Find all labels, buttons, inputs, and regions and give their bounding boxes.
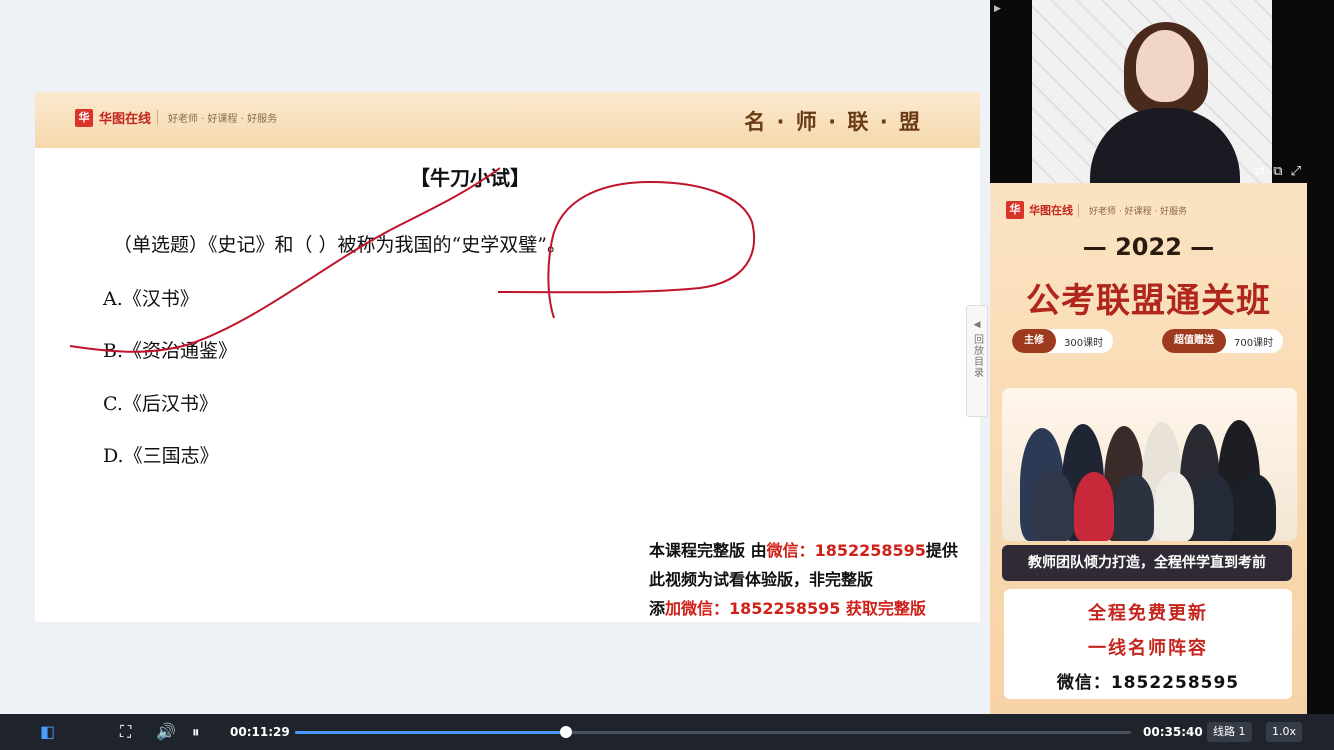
ad-logo-slogan: 好老师 · 好课程 · 好服务 <box>1078 203 1187 217</box>
expand-arrow-icon[interactable]: ▶ <box>994 4 1001 14</box>
ad-line-teachers: 一线名师阵容 <box>1088 638 1208 659</box>
slide-header: 华 华图在线 好老师 · 好课程 · 好服务 名 · 师 · 联 · 盟 <box>35 92 980 148</box>
progress-knob[interactable] <box>559 726 572 738</box>
ad-brand-logo-icon: 华 <box>1006 201 1024 219</box>
line-select-button[interactable]: 线路 1 <box>1207 722 1252 742</box>
ad-pill-bonus-value: 700课时 <box>1234 337 1274 349</box>
slide-logo: 华 华图在线 好老师 · 好课程 · 好服务 <box>75 108 277 127</box>
ad-pill-main: 主修 300课时 <box>1012 329 1114 353</box>
progress-bar[interactable] <box>295 726 1131 738</box>
screenshot-icon[interactable]: ⛶ <box>120 714 131 750</box>
collapse-arrow-icon: ◀ <box>973 320 981 330</box>
watermark-line3-a: 添 <box>649 599 666 618</box>
watermark-line3-red: 加微信：1852258595 获取完整版 <box>665 599 926 618</box>
swap-icon[interactable]: ⇄ <box>1254 164 1265 179</box>
option-a: A.《汉书》 <box>103 288 199 310</box>
ad-pill-main-tag: 主修 <box>1012 329 1056 353</box>
slide-title: 【牛刀小试】 <box>410 166 530 190</box>
ad-logo: 华 华图在线 好老师 · 好课程 · 好服务 <box>1006 201 1187 219</box>
teacher-face <box>1136 30 1194 102</box>
ad-team-slogan: 教师团队倾力打造，全程伴学直到考前 <box>1002 545 1292 581</box>
ad-logo-text: 华图在线 <box>1029 204 1073 217</box>
ad-pill-bonus-tag: 超值赠送 <box>1162 329 1226 353</box>
lecture-stage: 华 华图在线 好老师 · 好课程 · 好服务 名 · 师 · 联 · 盟 【牛刀… <box>0 0 990 714</box>
option-b: B.《资治通鉴》 <box>103 340 238 362</box>
teacher-camera: ▶ ⇄ ⧉ ⤢ <box>990 0 1307 183</box>
pause-icon[interactable]: ⏸ <box>192 714 200 750</box>
watermark-line1-a: 本课程完整版 由 <box>649 541 767 560</box>
popout-icon[interactable]: ⧉ <box>1273 164 1282 179</box>
ad-wechat: 微信：1852258595 <box>1056 673 1240 693</box>
ad-line-free-update: 全程免费更新 <box>1088 603 1208 624</box>
camera-controls: ⇄ ⧉ ⤢ <box>1254 164 1301 179</box>
playback-catalog-tab[interactable]: ◀ 回放目录 <box>966 305 988 417</box>
player-logo-icon: ◧ <box>40 722 56 741</box>
watermark-line1-red: 微信：1852258595 <box>766 541 926 560</box>
lecture-slide: 华 华图在线 好老师 · 好课程 · 好服务 名 · 师 · 联 · 盟 【牛刀… <box>35 92 980 622</box>
volume-icon[interactable]: 🔊 <box>156 714 176 750</box>
player-control-bar: ◧ ⛶ 🔊 ⏸ 00:11:29 00:35:40 线路 1 1.0x <box>0 714 1334 750</box>
ad-info-card: 全程免费更新 一线名师阵容 微信：1852258595 <box>1004 589 1292 699</box>
watermark-line2: 此视频为试看体验版，非完整版 <box>649 570 874 589</box>
fullscreen-icon[interactable]: ⤢ <box>1291 164 1301 179</box>
ad-pill-main-value: 300课时 <box>1064 337 1104 349</box>
teacher-team-photo <box>1002 388 1297 541</box>
watermark-line1-b: 提供 <box>925 541 958 560</box>
option-c: C.《后汉书》 <box>103 393 218 415</box>
course-ad-panel[interactable]: 华 华图在线 好老师 · 好课程 · 好服务 — 2022 — 公考联盟通关班 … <box>990 183 1307 714</box>
slide-brand: 名 · 师 · 联 · 盟 <box>744 110 922 134</box>
ad-year: — 2022 — <box>1082 233 1215 261</box>
slide-logo-text: 华图在线 <box>99 112 152 127</box>
option-d: D.《三国志》 <box>103 445 219 467</box>
right-black-strip <box>1307 0 1334 714</box>
ad-title: 公考联盟通关班 <box>1026 281 1271 321</box>
brand-logo-icon: 华 <box>75 108 93 127</box>
current-time: 00:11:29 <box>230 725 290 739</box>
progress-fill <box>295 731 566 734</box>
playback-catalog-label: 回放目录 <box>971 334 983 378</box>
slide-logo-slogan: 好老师 · 好课程 · 好服务 <box>157 110 277 125</box>
question-text: （单选题）《史记》和（ ）被称为我国的“史学双璧”。 <box>113 234 566 256</box>
ad-pill-bonus: 超值赠送 700课时 <box>1162 329 1284 353</box>
total-time: 00:35:40 <box>1143 725 1203 739</box>
speed-button[interactable]: 1.0x <box>1266 722 1303 742</box>
watermark-text: 本课程完整版 由微信：1852258595提供 此视频为试看体验版，非完整版 添… <box>649 536 958 622</box>
